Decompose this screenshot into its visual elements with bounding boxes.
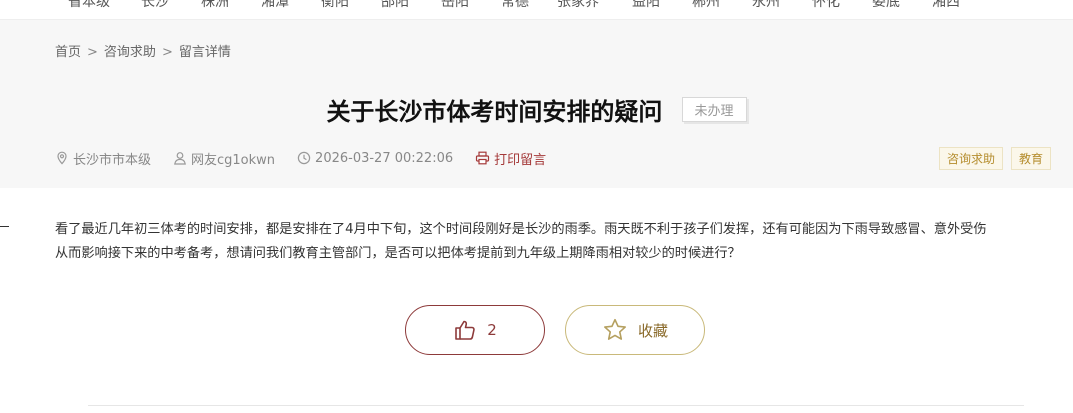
title-row: 关于长沙市体考时间安排的疑问 未办理	[0, 92, 1073, 127]
status-badge: 未办理	[681, 97, 747, 122]
message-content: 看了最近几年初三体考的时间安排，都是安排在了4月中下旬，这个时间段刚好是长沙的雨…	[55, 218, 1055, 266]
nav-item-region[interactable]: 长沙	[141, 0, 169, 11]
star-icon	[603, 318, 626, 340]
user-icon	[174, 152, 186, 165]
nav-item-region[interactable]: 省本级	[68, 0, 110, 11]
location-pin-icon	[57, 151, 67, 165]
breadcrumb-home-link[interactable]: 首页	[55, 45, 81, 60]
top-region-nav: 省本级 长沙 株洲 湘潭 衡阳 邵阳 岳阳 常德 张家界 益阳 郴州 永州 怀化…	[0, 0, 1073, 20]
breadcrumb: 首页 > 咨询求助 > 留言详情	[55, 41, 231, 60]
message-tags: 咨询求助 教育	[931, 147, 1051, 170]
thumbs-up-icon	[455, 320, 475, 340]
nav-item-region[interactable]: 永州	[752, 0, 780, 11]
like-count: 2	[487, 321, 497, 339]
nav-item-region[interactable]: 益阳	[632, 0, 660, 11]
breadcrumb-separator: >	[161, 45, 173, 60]
author-text: 网友cg1okwn	[191, 152, 276, 168]
location-text: 长沙市市本级	[73, 152, 152, 168]
nav-item-region[interactable]: 张家界	[557, 0, 599, 11]
nav-item-region[interactable]: 常德	[501, 0, 529, 11]
meta-time: 2026-03-27 00:22:06	[297, 151, 453, 166]
content-line: 从而影响接下来的中考备考，想请问我们教育主管部门，是否可以把体考提前到九年级上期…	[55, 246, 741, 261]
like-button[interactable]: 2	[405, 305, 545, 355]
datetime-text: 2026-03-27 00:22:06	[315, 150, 454, 166]
category-tag[interactable]: 咨询求助	[938, 147, 1003, 170]
breadcrumb-category-link[interactable]: 咨询求助	[104, 45, 156, 60]
nav-item-region[interactable]: 怀化	[812, 0, 840, 11]
divider	[88, 405, 1024, 406]
content-line: 看了最近几年初三体考的时间安排，都是安排在了4月中下旬，这个时间段刚好是长沙的雨…	[55, 222, 987, 237]
nav-item-region[interactable]: 郴州	[692, 0, 720, 11]
printer-icon	[476, 151, 490, 165]
nav-item-region[interactable]: 娄底	[872, 0, 900, 11]
side-marker	[0, 226, 9, 227]
nav-item-region[interactable]: 岳阳	[441, 0, 469, 11]
clock-icon	[297, 151, 311, 165]
meta-location: 长沙市市本级	[55, 149, 151, 168]
nav-item-region[interactable]: 株洲	[201, 0, 229, 11]
breadcrumb-separator: >	[87, 45, 98, 60]
message-meta: 长沙市市本级 网友cg1okwn 2026-03-27 00:22:06 打印留…	[55, 148, 568, 168]
nav-item-region[interactable]: 邵阳	[381, 0, 409, 11]
favorite-label: 收藏	[637, 321, 668, 340]
nav-item-region[interactable]: 湘潭	[261, 0, 289, 11]
meta-author: 网友cg1okwn	[173, 149, 275, 168]
print-label: 打印留言	[494, 152, 547, 168]
nav-item-region[interactable]: 湘西	[932, 0, 960, 11]
print-message-link[interactable]: 打印留言	[475, 149, 546, 168]
topic-tag[interactable]: 教育	[1010, 147, 1051, 170]
nav-item-region[interactable]: 衡阳	[321, 0, 349, 11]
favorite-button[interactable]: 收藏	[565, 305, 705, 355]
page-title: 关于长沙市体考时间安排的疑问	[326, 98, 663, 126]
breadcrumb-current: 留言详情	[178, 45, 231, 60]
